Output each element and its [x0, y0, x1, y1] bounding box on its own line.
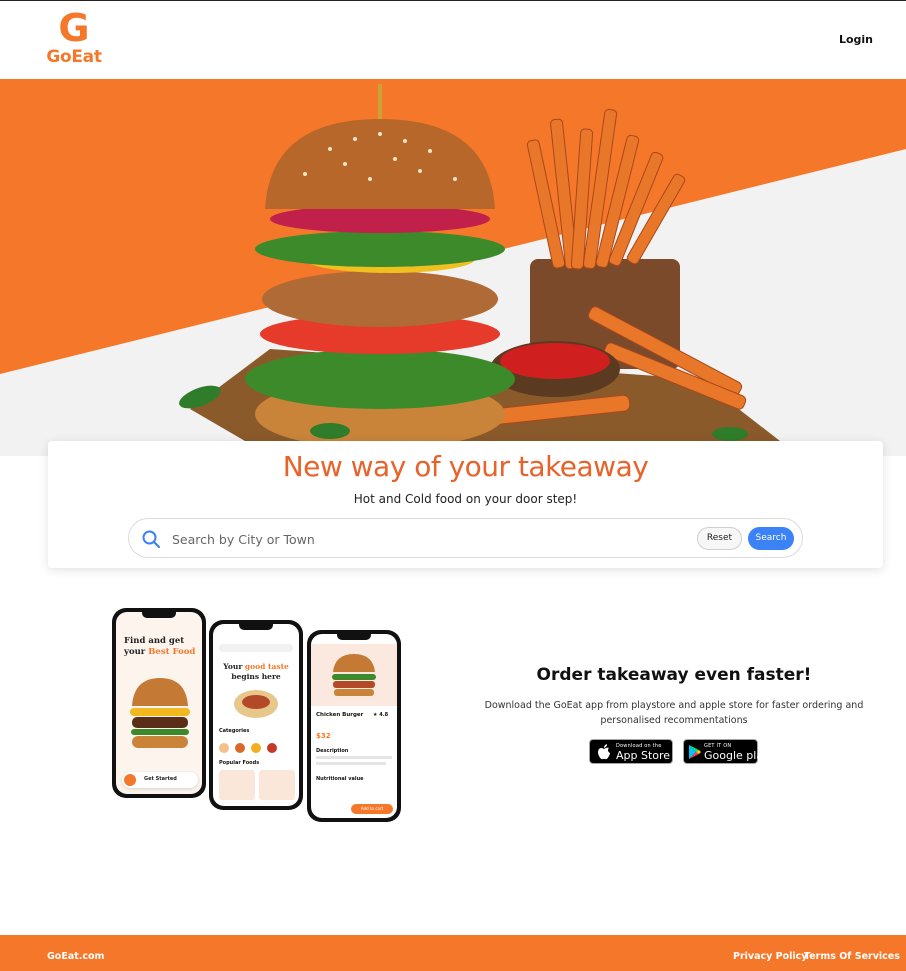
- app-screenshots: Find and get your Best Food Get Started: [110, 606, 405, 826]
- phone3-rating: ★ 4.8: [373, 712, 389, 718]
- login-link[interactable]: Login: [839, 33, 873, 46]
- phone1-title-line1: Find and get: [124, 636, 185, 646]
- phone2-title-line1: Your: [223, 662, 243, 671]
- phone3-nutrition-label: Nutritional value: [316, 776, 364, 782]
- phone3-add-to-cart: Add to cart: [351, 804, 393, 814]
- phone2-wrap-image: [234, 690, 278, 718]
- top-header: G GoEat Login: [0, 1, 906, 79]
- search-button[interactable]: Search: [748, 527, 794, 550]
- phone-mockup-2: Your good taste begins here Categories P…: [209, 620, 303, 810]
- logo-text: GoEat: [46, 47, 102, 67]
- phone2-categories-label: Categories: [219, 728, 250, 734]
- footer-brand[interactable]: GoEat.com: [47, 951, 104, 962]
- search-bar: Reset Search: [128, 518, 803, 558]
- google-play-icon: [689, 745, 701, 759]
- phone-mockup-3: Chicken Burger ★ 4.8 $32 Description Nut…: [307, 630, 401, 822]
- search-icon: [142, 530, 161, 549]
- hero-banner: [0, 79, 906, 456]
- google-play-button[interactable]: GET IT ON Google play: [683, 739, 770, 764]
- phone1-cta-label: Get Started: [144, 776, 177, 782]
- app-store-big-text: App Store: [616, 749, 671, 762]
- phone3-price: $32: [316, 732, 331, 740]
- phone1-burger-image: [130, 678, 190, 748]
- logo-mark: G: [58, 6, 90, 50]
- reset-button[interactable]: Reset: [697, 527, 742, 550]
- hero-subline: Hot and Cold food on your door step!: [353, 492, 578, 506]
- hero-illustration: [0, 79, 906, 449]
- search-card: New way of your takeaway Hot and Cold fo…: [48, 441, 883, 568]
- google-play-big-text: Google play: [704, 749, 770, 762]
- page: G GoEat Login New way of your takeaway H…: [0, 0, 906, 971]
- apple-icon: [598, 744, 610, 760]
- phone1-title-line2: your: [124, 647, 146, 657]
- phone3-item-name: Chicken Burger: [316, 712, 364, 718]
- terms-of-services-link[interactable]: Terms Of Services: [804, 951, 900, 962]
- phone1-title-accent: Best Food: [148, 647, 196, 657]
- hero-headline: New way of your takeaway: [282, 450, 649, 483]
- phone3-description-label: Description: [316, 748, 349, 754]
- app-promo-heading: Order takeaway even faster!: [536, 665, 812, 685]
- privacy-policy-link[interactable]: Privacy Policy: [733, 951, 807, 962]
- phone2-title-accent: good taste: [244, 662, 289, 671]
- phone-mockup-1: Find and get your Best Food Get Started: [112, 608, 206, 798]
- phone3-burger-image: [332, 654, 376, 696]
- phone2-title-line2: begins here: [231, 672, 281, 681]
- footer: GoEat.com Privacy Policy Terms Of Servic…: [0, 935, 906, 971]
- phone1-get-started-button: Get Started: [122, 772, 198, 788]
- ketchup-bowl: [490, 341, 620, 397]
- brand-logo[interactable]: G GoEat: [44, 6, 104, 67]
- search-input[interactable]: [172, 528, 672, 550]
- app-store-button[interactable]: Download on the App Store: [589, 739, 673, 764]
- phone2-popular-label: Popular Foods: [219, 760, 260, 766]
- app-promo-description: Download the GoEat app from playstore an…: [484, 700, 864, 726]
